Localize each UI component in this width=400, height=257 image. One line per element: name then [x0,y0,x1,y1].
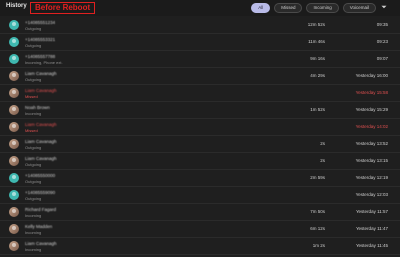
call-type: Incoming [25,247,42,252]
history-row[interactable]: +14085553321 Outgoing 11m 46s 09:23 [0,34,400,51]
funnel-icon[interactable]: ⏷ [380,4,388,12]
contact-name: Liam Cavanagh [25,156,57,161]
history-row[interactable]: Liam Cavanagh Outgoing 4m 29s Yesterday 16:… [0,68,400,85]
call-time: Yesterday 13:52 [355,141,388,146]
call-type: Outgoing [25,26,42,31]
history-row[interactable]: +14085559090 Outgoing Yesterday 12:03 [0,187,400,204]
contact-name: Liam Cavanagh [25,139,57,144]
history-row[interactable]: +14085551234 Outgoing 12m 52s 09:35 [0,17,400,34]
call-type: Incoming [25,230,42,235]
avatar [9,173,19,183]
contact-name: Richard Fagard [25,207,57,212]
contact-name: Noah Brown [25,105,50,110]
avatar [9,71,19,81]
avatar [9,122,19,132]
call-type: Outgoing [25,43,42,48]
history-row[interactable]: Liam Cavanagh Outgoing 2s Yesterday 13:52 [0,136,400,153]
call-duration: 12m 52s [307,22,325,27]
history-row[interactable]: +14085557788 Incoming, Phone ext. 9m 16s 09… [0,51,400,68]
call-time: 09:23 [376,39,388,44]
avatar [9,54,19,64]
call-type: Missed [25,128,38,133]
call-duration: 2s [320,141,325,146]
call-time: Yesterday 11:57 [355,209,388,214]
history-row[interactable]: Liam Cavanagh Missed Yesterday 15:58 [0,85,400,102]
call-time: Yesterday 11:45 [355,243,388,248]
filter-incoming[interactable]: Incoming [306,3,339,13]
call-time: Yesterday 13:15 [355,158,388,163]
call-type: Incoming, Phone ext. [25,60,63,65]
call-time: Yesterday 12:19 [355,175,388,180]
history-row[interactable]: Noah Brown Incoming 1m 52s Yesterday 15:29 [0,102,400,119]
history-row[interactable]: Richard Fagard Incoming 7m 50s Yesterday 11… [0,204,400,221]
call-type: Outgoing [25,162,42,167]
history-row[interactable]: Kelly Madden Incoming 6m 12s Yesterday 11:4… [0,221,400,238]
call-time: 09:07 [376,56,388,61]
avatar [9,207,19,217]
call-duration: 1m 2s [312,243,325,248]
contact-name: Liam Cavanagh [25,71,57,76]
contact-name: +14085550000 [25,173,56,178]
avatar [9,20,19,30]
call-duration: 11m 46s [308,39,325,44]
call-history-list: +14085551234 Outgoing 12m 52s 09:35 +1408555… [0,17,400,255]
annotation-label: Before Reboot [30,2,96,14]
call-time: Yesterday 11:47 [355,226,388,231]
contact-name: Liam Cavanagh [25,241,57,246]
call-type: Missed [25,94,38,99]
avatar [9,241,19,251]
contact-name: Liam Cavanagh [25,122,57,127]
call-type: Outgoing [25,196,42,201]
history-row[interactable]: +14085550000 Outgoing 2m 59s Yesterday 12:1… [0,170,400,187]
avatar [9,224,19,234]
call-time: Yesterday 12:03 [355,192,388,197]
contact-name: Liam Cavanagh [25,88,57,93]
call-duration: 6m 12s [310,226,325,231]
call-duration: 9m 16s [310,56,325,61]
avatar [9,88,19,98]
history-row[interactable]: Liam Cavanagh Missed Yesterday 14:02 [0,119,400,136]
filter-bar: All Missed Incoming Voicemail ⏷ [251,3,388,13]
call-time: 09:35 [376,22,388,27]
call-type: Outgoing [25,179,42,184]
avatar [9,190,19,200]
history-header: History Before Reboot All Missed Incomin… [0,0,400,16]
contact-name: +14085559090 [25,190,56,195]
filter-voicemail[interactable]: Voicemail [342,3,376,13]
call-duration: 7m 50s [310,209,325,214]
call-time: Yesterday 16:00 [355,73,388,78]
avatar [9,139,19,149]
call-time: Yesterday 14:02 [355,124,388,129]
contact-name: Kelly Madden [25,224,53,229]
filter-all[interactable]: All [251,3,271,13]
call-type: Outgoing [25,145,42,150]
page-title: History [6,3,27,9]
contact-name: +14085551234 [25,20,56,25]
contact-name: +14085557788 [25,54,56,59]
contact-name: +14085553321 [25,37,56,42]
call-duration: 4m 29s [310,73,325,78]
filter-missed[interactable]: Missed [274,3,303,13]
call-type: Outgoing [25,77,42,82]
call-duration: 1m 52s [310,107,325,112]
call-time: Yesterday 15:29 [355,107,388,112]
call-duration: 2m 59s [310,175,325,180]
avatar [9,156,19,166]
call-duration: 2s [320,158,325,163]
call-type: Incoming [25,213,42,218]
call-type: Incoming [25,111,42,116]
history-row[interactable]: Liam Cavanagh Incoming 1m 2s Yesterday 11:4… [0,238,400,255]
call-time: Yesterday 15:58 [355,90,388,95]
avatar [9,105,19,115]
avatar [9,37,19,47]
history-row[interactable]: Liam Cavanagh Outgoing 2s Yesterday 13:15 [0,153,400,170]
